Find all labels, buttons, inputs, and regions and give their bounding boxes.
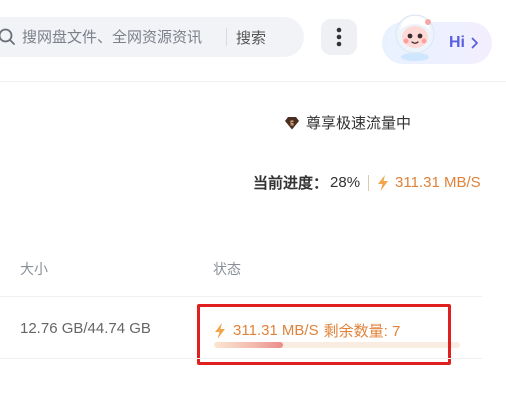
assistant-mascot-icon[interactable] [388, 10, 442, 64]
highlight-box [197, 304, 451, 365]
column-header-size: 大小 [20, 261, 48, 277]
vip-status-text: 尊享极速流量中 [306, 115, 412, 132]
search-divider [226, 28, 227, 46]
search-input[interactable] [22, 27, 218, 47]
assistant-label[interactable]: Hi [449, 34, 465, 52]
more-menu-button[interactable] [321, 19, 357, 55]
more-vertical-icon [336, 27, 342, 47]
vip-status: 尊享极速流量中 [284, 112, 411, 133]
search-bar[interactable]: 搜索 [0, 17, 304, 57]
search-button[interactable]: 搜索 [236, 27, 266, 48]
chevron-right-icon [471, 37, 478, 49]
download-speed: 311.31 MB/S [395, 174, 481, 191]
file-size-cell: 12.76 GB/44.74 GB [20, 320, 151, 337]
table-divider [0, 296, 482, 297]
table-row-divider [0, 358, 482, 359]
top-bar: 搜索 Hi [0, 0, 506, 82]
diamond-icon [285, 116, 299, 129]
column-header-status: 状态 [213, 261, 241, 277]
search-icon [0, 28, 15, 45]
lightning-icon [378, 174, 389, 191]
progress-divider [368, 174, 370, 191]
progress-summary: 当前进度： 28% 311.31 MB/S [253, 172, 481, 193]
progress-label: 当前进度： [253, 175, 329, 192]
progress-value: 28% [330, 174, 361, 191]
